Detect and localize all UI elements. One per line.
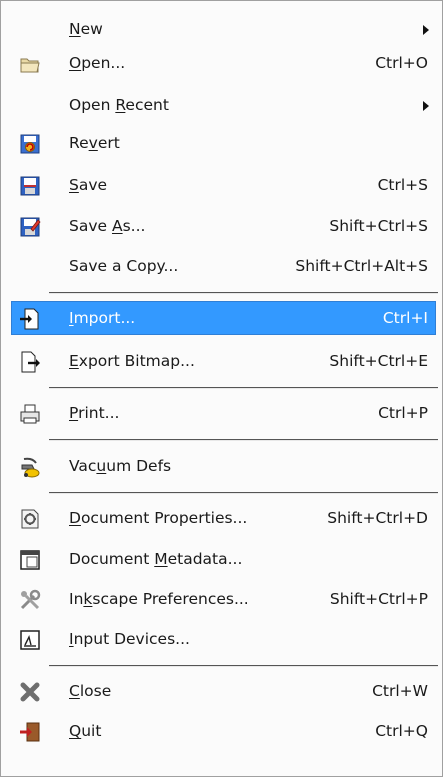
menu-separator <box>49 492 438 494</box>
submenu-arrow-icon <box>423 101 429 111</box>
menu-item-label: Save As... <box>69 217 146 235</box>
menu-item-label: Document Properties... <box>69 509 248 527</box>
menu-item-export-bitmap[interactable]: Export Bitmap... Shift+Ctrl+E <box>11 344 436 378</box>
document-metadata-icon <box>18 548 42 572</box>
shortcut-label: Ctrl+Q <box>375 722 428 740</box>
shortcut-label: Shift+Ctrl+S <box>329 217 428 235</box>
shortcut-label: Ctrl+P <box>378 404 428 422</box>
shortcut-label: Ctrl+W <box>372 682 428 700</box>
menu-item-label: Vacuum Defs <box>69 457 172 475</box>
shortcut-label: Shift+Ctrl+Alt+S <box>295 257 428 275</box>
export-icon <box>18 350 42 374</box>
shortcut-label: Ctrl+S <box>377 176 428 194</box>
menu-item-label: Save <box>69 176 108 194</box>
menu-item-document-metadata[interactable]: Document Metadata... <box>11 542 436 576</box>
menu-item-vacuum-defs[interactable]: Vacuum Defs <box>11 449 436 483</box>
menu-item-save-a-copy[interactable]: Save a Copy... Shift+Ctrl+Alt+S <box>11 249 436 283</box>
menu-item-label: Input Devices... <box>69 630 190 648</box>
save-as-icon <box>18 215 42 239</box>
folder-open-icon <box>18 52 42 76</box>
close-icon <box>18 680 42 704</box>
menu-item-label: Inkscape Preferences... <box>69 590 249 608</box>
submenu-arrow-icon <box>423 25 429 35</box>
printer-icon <box>18 402 42 426</box>
shortcut-label: Ctrl+I <box>382 309 428 327</box>
shortcut-label: Shift+Ctrl+D <box>327 509 428 527</box>
menu-item-open[interactable]: Open... Ctrl+O <box>11 46 436 80</box>
menu-item-label: Save a Copy... <box>69 257 179 275</box>
menu-item-inkscape-preferences[interactable]: Inkscape Preferences... Shift+Ctrl+P <box>11 582 436 616</box>
vacuum-icon <box>18 455 42 479</box>
shortcut-label: Ctrl+O <box>375 54 428 72</box>
shortcut-label: Shift+Ctrl+E <box>329 352 428 370</box>
menu-item-new[interactable]: New <box>11 12 436 46</box>
menu-item-close[interactable]: Close Ctrl+W <box>11 674 436 708</box>
menu-item-label: Open... <box>69 54 126 72</box>
menu-item-revert[interactable]: Revert <box>11 126 436 160</box>
menu-separator <box>49 665 438 667</box>
menu-item-label: Close <box>69 682 112 700</box>
quit-icon <box>18 720 42 744</box>
menu-item-label: Export Bitmap... <box>69 352 195 370</box>
menu-item-open-recent[interactable]: Open Recent <box>11 88 436 122</box>
menu-item-quit[interactable]: Quit Ctrl+Q <box>11 714 436 748</box>
menu-item-print[interactable]: Print... Ctrl+P <box>11 396 436 430</box>
menu-separator <box>49 439 438 441</box>
menu-item-label: New <box>69 20 103 38</box>
menu-item-document-properties[interactable]: Document Properties... Shift+Ctrl+D <box>11 501 436 535</box>
shortcut-label: Shift+Ctrl+P <box>329 590 428 608</box>
menu-item-label: Open Recent <box>69 96 169 114</box>
menu-item-input-devices[interactable]: Input Devices... <box>11 622 436 656</box>
save-icon <box>18 174 42 198</box>
menu-item-label: Import... <box>69 309 136 327</box>
revert-icon <box>18 132 42 156</box>
input-devices-icon <box>18 628 42 652</box>
menu-item-import[interactable]: Import... Ctrl+I <box>11 301 436 335</box>
menu-item-label: Revert <box>69 134 120 152</box>
menu-separator <box>49 387 438 389</box>
file-menu: New Open... Ctrl+O Open Recent Revert Sa… <box>0 0 443 777</box>
menu-item-label: Document Metadata... <box>69 550 243 568</box>
menu-item-label: Print... <box>69 404 120 422</box>
document-properties-icon <box>18 507 42 531</box>
preferences-icon <box>18 588 42 612</box>
import-icon <box>18 307 42 331</box>
menu-item-save-as[interactable]: Save As... Shift+Ctrl+S <box>11 209 436 243</box>
menu-item-save[interactable]: Save Ctrl+S <box>11 168 436 202</box>
menu-item-label: Quit <box>69 722 102 740</box>
menu-separator <box>49 292 438 294</box>
